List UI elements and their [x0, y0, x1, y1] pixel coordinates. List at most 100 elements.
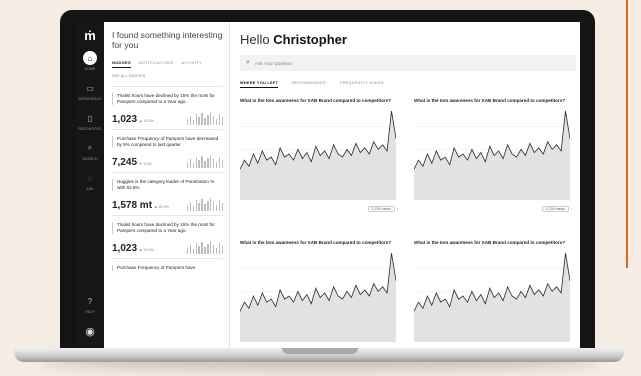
mini-bar — [210, 112, 212, 125]
mini-bar — [189, 159, 192, 168]
nudge-card[interactable]: Trialist hours have declined by 15% the … — [112, 215, 223, 258]
app-screen: ṁ ⌂ HOME ▭ WORKSPACE ▯ RESOURCES ⌕ SEARCH ◌ … — [76, 22, 580, 348]
sidebar-item-label: ASK — [86, 187, 94, 191]
help-nav[interactable]: ? HELP — [83, 294, 97, 315]
mini-bar — [204, 161, 206, 168]
nudge-metric: 1,023 ▲ 15.0% — [112, 111, 223, 125]
mini-bar — [215, 119, 218, 125]
tab-recommended[interactable]: RECOMMENDED — [292, 81, 326, 88]
more-icon[interactable]: › — [397, 207, 398, 211]
question-title: What is the tom awareness for XAB Brand … — [240, 240, 392, 245]
mini-bar — [212, 159, 215, 168]
nudge-card[interactable]: Purchase Frequency of Pampers have — [112, 258, 223, 275]
nudges-tabs: NUDGES NOTIFICATIONS ACTIVITY — [112, 60, 223, 68]
search-bar[interactable]: ⌕ Ask Your Question — [240, 55, 576, 71]
question-title: What is the tom awareness for XAB Brand … — [240, 98, 392, 103]
sidebar-item-label: SEARCH — [82, 157, 98, 161]
mini-bar — [212, 116, 215, 125]
mini-bar — [210, 155, 212, 168]
mini-bar — [189, 116, 192, 125]
mini-bar — [212, 202, 215, 211]
nudge-card[interactable]: Huggies is the category leader of Penetr… — [112, 172, 223, 215]
views-badge: 1,234 views — [541, 206, 569, 212]
mini-bar — [186, 119, 189, 125]
mini-bar — [201, 156, 203, 168]
mini-bar — [192, 206, 195, 211]
mini-bar — [221, 203, 223, 211]
user-avatar[interactable]: ◉ — [83, 324, 97, 338]
mini-bar — [204, 247, 206, 254]
mini-bar — [207, 158, 209, 168]
nudge-metric: 1,578 mt ▲ 62.9% — [112, 197, 223, 211]
more-icon[interactable]: › — [571, 207, 572, 211]
nudge-value: 1,023 ▲ 15.0% — [112, 114, 154, 125]
question-footer: 1,234 views › — [414, 206, 572, 212]
sidebar-item-home[interactable]: ⌂ HOME — [78, 51, 102, 71]
tab-nudges[interactable]: NUDGES — [112, 60, 131, 68]
question-card[interactable]: What is the tom awareness for XAB Brand … — [240, 240, 398, 348]
avatar-icon: ◉ — [85, 325, 95, 338]
mini-bar — [221, 117, 223, 125]
question-title: What is the tom awareness for XAB Brand … — [414, 240, 566, 245]
mini-bar — [192, 120, 195, 125]
app-logo[interactable]: ṁ — [84, 28, 96, 43]
sidebar-item-search[interactable]: ⌕ SEARCH — [78, 141, 102, 161]
sidebar-item-workspace[interactable]: ▭ WORKSPACE — [78, 81, 102, 102]
mini-bar — [218, 200, 221, 211]
mini-bar — [198, 160, 200, 168]
chat-icon: ◌ — [87, 173, 93, 183]
mini-bar — [201, 113, 203, 125]
sidebar-item-ask[interactable]: ◌ ASK — [78, 171, 102, 192]
mini-bar — [192, 249, 195, 254]
mini-bar — [207, 115, 209, 125]
accent-line — [626, 0, 628, 268]
nudges-panel: I found something interesting for you NU… — [104, 22, 230, 348]
mini-bar-chart — [186, 240, 223, 254]
mini-bar-chart — [186, 154, 223, 168]
home-icon: ⌂ — [83, 51, 97, 65]
nudge-text: Purchase Frequency of Pampers have decre… — [112, 136, 223, 148]
mini-bar — [201, 242, 203, 254]
area-fill — [240, 253, 396, 342]
mini-bar — [218, 114, 221, 125]
mini-bar — [198, 246, 200, 254]
nudge-delta: ▲ 15.0% — [139, 248, 154, 252]
tab-activity[interactable]: ACTIVITY — [181, 60, 201, 68]
mini-bar — [198, 117, 200, 125]
sidebar-item-label: RESOURCES — [78, 127, 102, 131]
nudge-value: 1,023 ▲ 15.0% — [112, 243, 154, 254]
nudge-value-number: 1,023 — [112, 243, 138, 254]
question-card[interactable]: What is the tom awareness for XAB Brand … — [240, 98, 398, 230]
nudge-card[interactable]: Purchase Frequency of Pampers have decre… — [112, 129, 223, 172]
sidebar-item-resources[interactable]: ▯ RESOURCES — [78, 111, 102, 132]
nudge-value-number: 1,578 mt — [112, 200, 153, 211]
area-chart — [240, 111, 396, 200]
mini-bar — [204, 118, 206, 125]
area-fill — [414, 111, 570, 200]
mini-bar — [186, 162, 189, 168]
user-name: Christopher — [273, 32, 347, 47]
sidebar-item-label: HOME — [84, 67, 96, 71]
mini-bar — [212, 245, 215, 254]
search-icon: ⌕ — [246, 59, 250, 66]
tab-notifications[interactable]: NOTIFICATIONS — [139, 60, 174, 68]
see-all-nudges-link[interactable]: SEE ALL NUDGES — [112, 74, 223, 78]
question-card[interactable]: What is the tom awareness for XAB Brand … — [414, 98, 572, 230]
tab-frequently-asked[interactable]: FREQUENTLY ASKED — [340, 81, 384, 88]
help-icon: ? — [87, 296, 93, 306]
question-grid: What is the tom awareness for XAB Brand … — [240, 98, 580, 348]
nudge-text: Trialist hours have declined by 15% the … — [112, 93, 223, 105]
question-card[interactable]: What is the tom awareness for XAB Brand … — [414, 240, 572, 348]
area-fill — [240, 111, 396, 200]
nudge-text: Huggies is the category leader of Penetr… — [112, 179, 223, 191]
mini-bar — [221, 246, 223, 254]
tab-where-you-left[interactable]: WHERE YOU LEFT — [240, 81, 279, 88]
question-title: What is the tom awareness for XAB Brand … — [414, 98, 566, 103]
nudge-card[interactable]: Trialist hours have declined by 15% the … — [112, 86, 223, 129]
area-chart — [414, 253, 570, 342]
search-icon: ⌕ — [87, 143, 93, 152]
nudge-value: 7,245 ▼ 5.0% — [112, 157, 152, 168]
mini-bar — [215, 248, 218, 254]
search-input[interactable]: Ask Your Question — [255, 61, 293, 66]
mini-bar — [186, 205, 189, 211]
